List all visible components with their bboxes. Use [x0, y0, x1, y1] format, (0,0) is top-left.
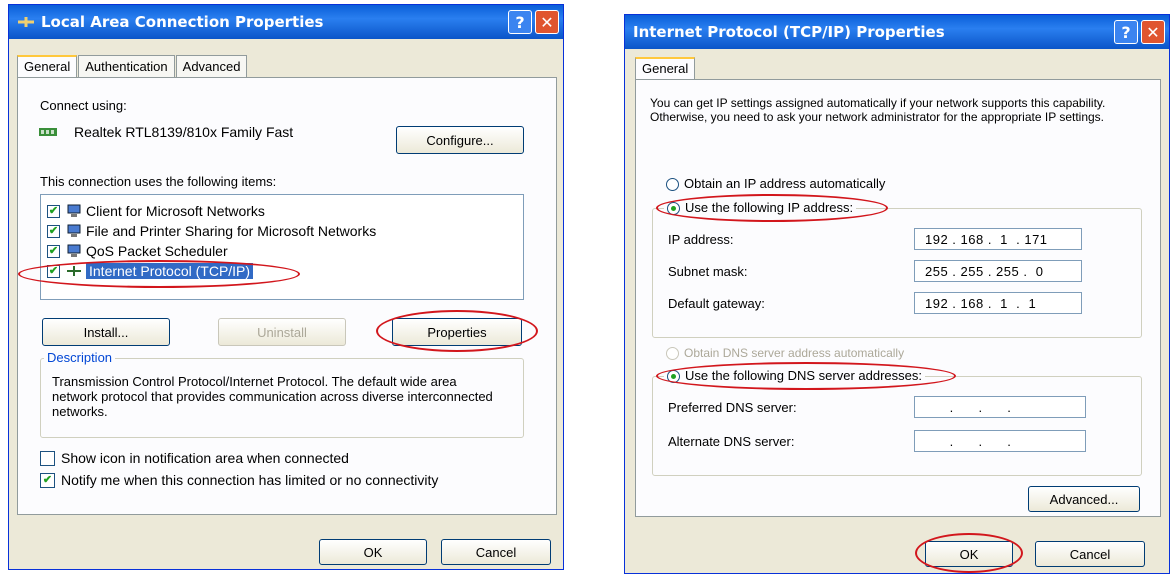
use-ip-label: Use the following IP address:	[685, 200, 854, 215]
checkbox-checked-icon[interactable]: ✔	[47, 204, 60, 218]
network-adapter-icon	[39, 128, 57, 136]
title-bar[interactable]: Internet Protocol (TCP/IP) Properties ? …	[625, 15, 1169, 49]
ok-button[interactable]: OK	[319, 539, 427, 565]
window-title: Local Area Connection Properties	[41, 13, 324, 31]
obtain-ip-label: Obtain an IP address automatically	[684, 176, 886, 191]
default-gateway-input[interactable]: 192 . 168 . 1 . 1	[914, 292, 1082, 314]
printer-sharing-icon	[67, 224, 81, 237]
default-gateway-label: Default gateway:	[668, 296, 765, 311]
use-ip-radio-row[interactable]: Use the following IP address:	[664, 200, 857, 216]
tab-advanced[interactable]: Advanced	[175, 55, 248, 77]
checkbox-checked-icon[interactable]: ✔	[40, 472, 55, 488]
configure-button[interactable]: Configure...	[396, 126, 524, 154]
uninstall-button[interactable]: Uninstall	[218, 318, 346, 346]
general-tab-panel: Connect using: Realtek RTL8139/810x Fami…	[17, 77, 557, 515]
notify-label: Notify me when this connection has limit…	[61, 472, 439, 488]
preferred-dns-label: Preferred DNS server:	[668, 400, 797, 415]
tcpip-properties-dialog: Internet Protocol (TCP/IP) Properties ? …	[624, 14, 1170, 574]
show-icon-label: Show icon in notification area when conn…	[61, 450, 349, 466]
obtain-dns-label: Obtain DNS server address automatically	[684, 346, 905, 360]
tab-general[interactable]: General	[17, 55, 78, 77]
ip-address-input[interactable]: 192 . 168 . 1 . 171	[914, 228, 1082, 250]
list-item-label: QoS Packet Scheduler	[86, 243, 228, 259]
subnet-mask-label: Subnet mask:	[668, 264, 748, 279]
checkbox-unchecked-icon[interactable]	[40, 450, 55, 466]
radio-on-icon[interactable]	[667, 370, 680, 384]
list-item-selected[interactable]: ✔ Internet Protocol (TCP/IP)	[47, 261, 254, 281]
adapter-name: Realtek RTL8139/810x Family Fast	[74, 124, 294, 140]
properties-button[interactable]: Properties	[392, 318, 522, 346]
close-button[interactable]: ✕	[535, 10, 559, 34]
help-button[interactable]: ?	[1114, 20, 1138, 44]
obtain-ip-radio-row[interactable]: Obtain an IP address automatically	[666, 176, 886, 192]
scheduler-icon	[67, 244, 81, 257]
list-item[interactable]: ✔ Client for Microsoft Networks	[47, 201, 265, 221]
components-list[interactable]: ✔ Client for Microsoft Networks ✔ File a…	[40, 194, 524, 300]
cancel-button[interactable]: Cancel	[441, 539, 551, 565]
notify-checkbox-row[interactable]: ✔ Notify me when this connection has lim…	[40, 472, 438, 488]
connect-using-label: Connect using:	[40, 98, 127, 113]
intro-text: You can get IP settings assigned automat…	[650, 96, 1106, 124]
items-label: This connection uses the following items…	[40, 174, 277, 189]
list-item-label: File and Printer Sharing for Microsoft N…	[86, 223, 377, 239]
checkbox-checked-icon[interactable]: ✔	[47, 224, 60, 238]
window-title: Internet Protocol (TCP/IP) Properties	[633, 23, 945, 41]
use-dns-radio-row[interactable]: Use the following DNS server addresses:	[664, 368, 925, 384]
list-item-label: Client for Microsoft Networks	[86, 203, 265, 219]
alternate-dns-input[interactable]: . . .	[914, 430, 1086, 452]
protocol-icon	[67, 266, 81, 276]
list-item[interactable]: ✔ File and Printer Sharing for Microsoft…	[47, 221, 376, 241]
list-item[interactable]: ✔ QoS Packet Scheduler	[47, 241, 228, 261]
adapter-field: Realtek RTL8139/810x Family Fast	[38, 120, 388, 144]
preferred-dns-input[interactable]: . . .	[914, 396, 1086, 418]
ok-button[interactable]: OK	[925, 541, 1013, 567]
description-title: Description	[44, 350, 116, 365]
radio-disabled-icon[interactable]	[666, 347, 679, 361]
description-text: Transmission Control Protocol/Internet P…	[52, 374, 493, 419]
radio-off-icon[interactable]	[666, 178, 679, 192]
checkbox-checked-icon[interactable]: ✔	[47, 244, 60, 258]
checkbox-checked-icon[interactable]: ✔	[47, 264, 60, 278]
install-button[interactable]: Install...	[42, 318, 170, 346]
alternate-dns-label: Alternate DNS server:	[668, 434, 795, 449]
subnet-mask-input[interactable]: 255 . 255 . 255 . 0	[914, 260, 1082, 282]
list-item-label: Internet Protocol (TCP/IP)	[86, 263, 254, 279]
local-area-connection-dialog: Local Area Connection Properties ? ✕ Gen…	[8, 4, 564, 570]
network-connection-icon	[18, 17, 34, 27]
ip-address-label: IP address:	[668, 232, 734, 247]
tab-general[interactable]: General	[635, 57, 696, 79]
close-button[interactable]: ✕	[1141, 20, 1165, 44]
cancel-button[interactable]: Cancel	[1035, 541, 1145, 567]
tab-authentication[interactable]: Authentication	[78, 55, 175, 77]
computer-network-icon	[67, 204, 81, 217]
show-icon-checkbox-row[interactable]: Show icon in notification area when conn…	[40, 450, 349, 466]
help-button[interactable]: ?	[508, 10, 532, 34]
radio-on-icon[interactable]	[667, 202, 680, 216]
obtain-dns-radio-row[interactable]: Obtain DNS server address automatically	[666, 346, 905, 361]
title-bar[interactable]: Local Area Connection Properties ? ✕	[9, 5, 563, 39]
general-tab-panel: You can get IP settings assigned automat…	[635, 79, 1161, 517]
dns-settings-group	[652, 376, 1142, 476]
advanced-button[interactable]: Advanced...	[1028, 486, 1140, 512]
use-dns-label: Use the following DNS server addresses:	[685, 368, 922, 383]
